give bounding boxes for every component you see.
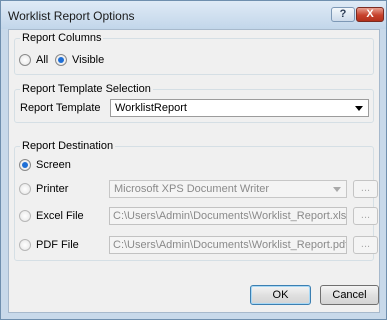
- cancel-button[interactable]: Cancel: [320, 285, 379, 305]
- report-destination-title: Report Destination: [20, 139, 116, 153]
- help-button[interactable]: ?: [331, 7, 355, 22]
- pdf-path-field[interactable]: C:\Users\Admin\Documents\Worklist_Report…: [109, 236, 347, 254]
- pdf-label[interactable]: PDF File: [36, 239, 79, 252]
- printer-label[interactable]: Printer: [36, 183, 68, 196]
- pdf-browse-button[interactable]: ...: [353, 236, 378, 254]
- report-columns-group: Report Columns All Visible: [14, 31, 374, 75]
- excel-browse-button[interactable]: ...: [353, 207, 378, 225]
- window-title: Worklist Report Options: [8, 9, 135, 23]
- all-columns-radio[interactable]: [19, 54, 31, 66]
- visible-columns-label[interactable]: Visible: [72, 54, 104, 67]
- screen-label[interactable]: Screen: [36, 159, 71, 172]
- report-columns-title: Report Columns: [20, 31, 104, 45]
- visible-columns-radio[interactable]: [55, 54, 67, 66]
- report-template-select[interactable]: WorklistReport: [110, 99, 369, 117]
- dialog-window: Worklist Report Options ? X Report Colum…: [0, 0, 387, 320]
- title-bar[interactable]: Worklist Report Options ? X: [1, 1, 386, 29]
- chevron-down-icon: [355, 106, 363, 111]
- excel-label[interactable]: Excel File: [36, 210, 84, 223]
- excel-path-field[interactable]: C:\Users\Admin\Documents\Worklist_Report…: [109, 207, 347, 225]
- report-template-label: Report Template: [20, 102, 101, 114]
- printer-radio[interactable]: [19, 183, 31, 195]
- excel-radio[interactable]: [19, 210, 31, 222]
- pdf-radio[interactable]: [19, 239, 31, 251]
- dialog-body: Report Columns All Visible Report Templa…: [8, 29, 380, 313]
- screen-radio[interactable]: [19, 159, 31, 171]
- close-button[interactable]: X: [356, 7, 384, 22]
- template-selection-group: Report Template Selection Report Templat…: [14, 82, 374, 123]
- printer-select[interactable]: Microsoft XPS Document Writer: [109, 180, 347, 198]
- all-columns-label[interactable]: All: [36, 54, 48, 67]
- report-template-value: WorklistReport: [115, 102, 187, 114]
- report-destination-group: Report Destination Screen Printer Micros…: [14, 139, 378, 261]
- printer-browse-button[interactable]: ...: [353, 180, 378, 198]
- ok-button[interactable]: OK: [250, 285, 311, 305]
- printer-value: Microsoft XPS Document Writer: [114, 183, 270, 195]
- template-selection-title: Report Template Selection: [20, 82, 153, 96]
- chevron-down-icon: [333, 187, 341, 192]
